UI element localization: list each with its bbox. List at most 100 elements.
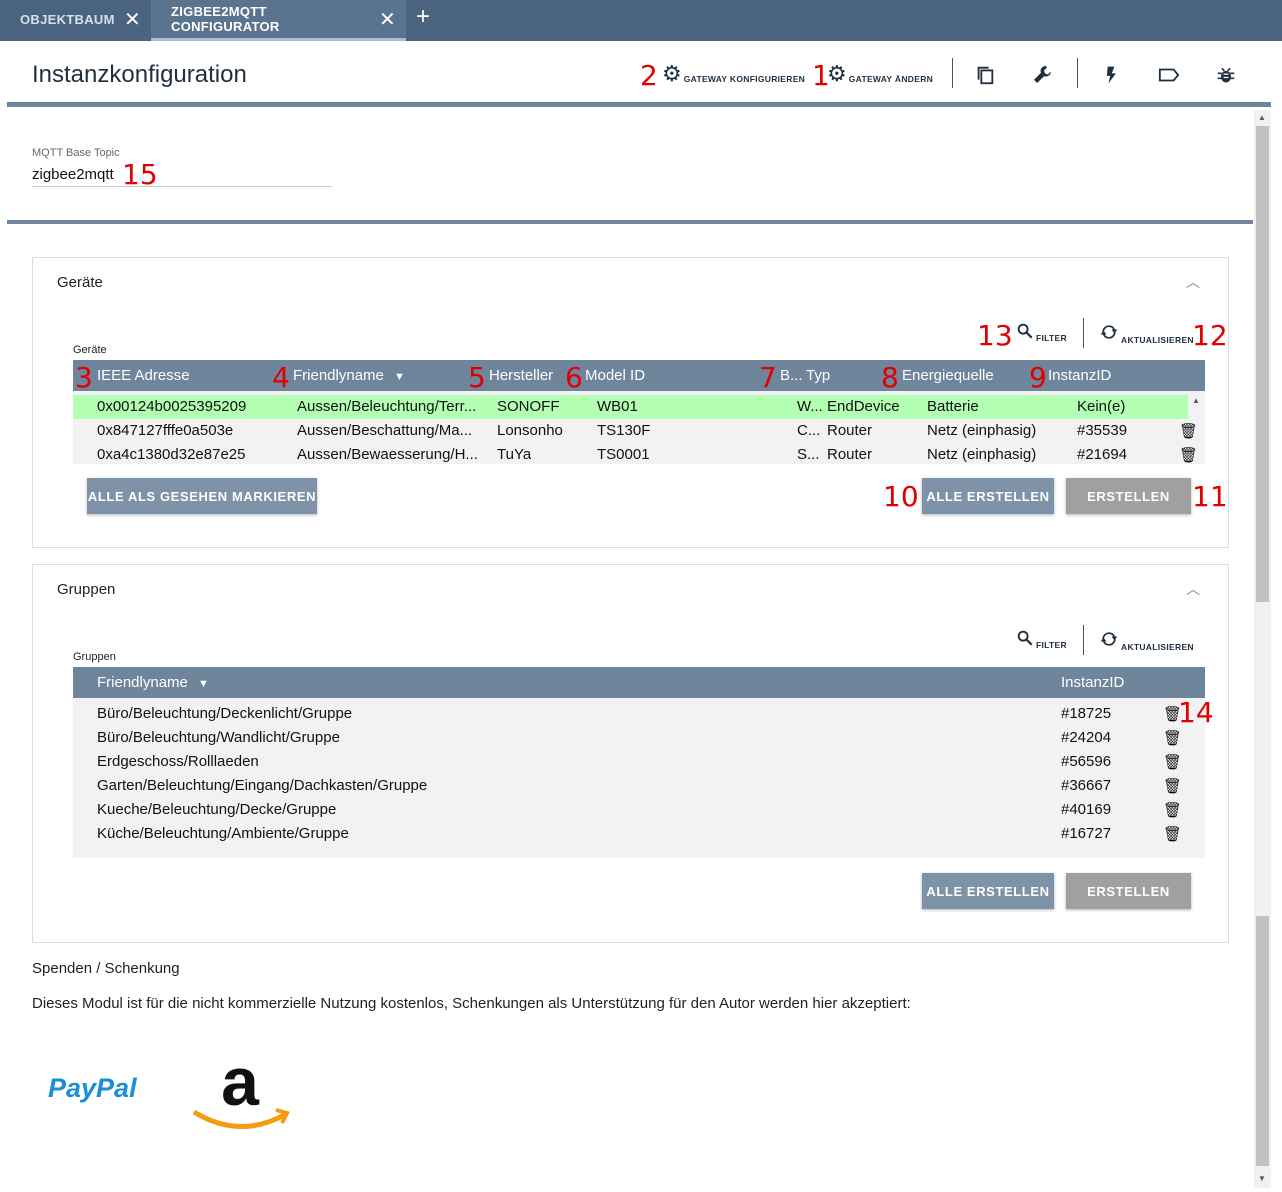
column-header-vendor[interactable]: Hersteller [489, 367, 553, 384]
devices-refresh-button[interactable]: AKTUALISIEREN [1099, 322, 1194, 346]
input-underline [32, 186, 332, 187]
trash-icon[interactable]: 🗑 [1163, 777, 1182, 795]
annotation-14: 14 [1178, 696, 1214, 729]
table-row[interactable]: Garten/Beleuchtung/Eingang/Dachkasten/Gr… [73, 774, 1188, 798]
annotation-8: 8 [881, 361, 899, 394]
table-scroll-up-icon[interactable]: ▲ [1192, 396, 1200, 405]
column-header-instance[interactable]: InstanzID [1061, 674, 1124, 691]
scrollbar[interactable]: ▲ ▼ [1254, 110, 1271, 1188]
column-header-friendlyname[interactable]: Friendlyname ▼ [293, 367, 405, 384]
annotation-4: 4 [272, 361, 290, 394]
devices-filter-button[interactable]: FILTER [1016, 322, 1067, 344]
svg-text:a: a [221, 1050, 260, 1120]
column-header-power[interactable]: Energiequelle [902, 367, 994, 384]
divider [1083, 318, 1084, 348]
annotation-10: 10 [883, 480, 919, 513]
refresh-icon [1099, 322, 1119, 346]
annotation-3: 3 [75, 361, 93, 394]
tab-objektbaum[interactable]: OBJEKTBAUM ✕ [0, 0, 151, 38]
trash-icon[interactable]: 🗑 [1179, 446, 1198, 464]
donate-title: Spenden / Schenkung [32, 960, 180, 977]
create-all-devices-button[interactable]: ALLE ERSTELLEN [922, 478, 1054, 514]
divider [1083, 625, 1084, 655]
groups-table-header: Friendlyname ▼ InstanzID [73, 667, 1205, 698]
trash-icon[interactable]: 🗑 [1163, 801, 1182, 819]
gateway-configure-button[interactable]: ⚙ GATEWAY KONFIGURIEREN [662, 63, 805, 85]
table-row[interactable]: Büro/Beleuchtung/Deckenlicht/Gruppe #187… [73, 702, 1188, 726]
annotation-9: 9 [1029, 361, 1047, 394]
tab-zigbee2mqtt-configurator[interactable]: ZIGBEE2MQTT CONFIGURATOR ✕ [151, 0, 406, 41]
column-header-b[interactable]: B... [780, 367, 803, 384]
wrench-icon[interactable] [1029, 61, 1057, 89]
amazon-logo[interactable]: a [190, 1044, 290, 1140]
table-row[interactable]: Kueche/Beleuchtung/Decke/Gruppe #40169 🗑 [73, 798, 1188, 822]
table-row[interactable]: Erdgeschoss/Rolllaeden #56596 🗑 [73, 750, 1188, 774]
tab-bar: OBJEKTBAUM ✕ ZIGBEE2MQTT CONFIGURATOR ✕ … [0, 0, 1282, 41]
trash-icon[interactable]: 🗑 [1179, 422, 1198, 440]
annotation-11: 11 [1192, 480, 1228, 513]
paypal-logo[interactable]: PayPal [48, 1073, 137, 1104]
table-row[interactable]: 0x847127fffe0a503e Aussen/Beschattung/Ma… [73, 419, 1198, 443]
page-title: Instanzkonfiguration [32, 61, 247, 88]
table-row[interactable]: 0x00124b0025395209 Aussen/Beleuchtung/Te… [73, 395, 1188, 419]
table-row[interactable]: 0xa4c1380d32e87e25 Aussen/Bewaesserung/H… [73, 443, 1198, 464]
add-tab-icon[interactable]: + [416, 3, 430, 31]
gateway-change-button[interactable]: ⚙ GATEWAY ÄNDERN [827, 63, 933, 85]
column-header-type[interactable]: Typ [806, 367, 830, 384]
bug-icon[interactable] [1212, 61, 1240, 89]
sort-down-icon: ▼ [394, 371, 405, 383]
tab-label: OBJEKTBAUM [20, 11, 115, 27]
scroll-thumb[interactable] [1256, 916, 1269, 1166]
donate-text: Dieses Modul ist für die nicht kommerzie… [32, 995, 911, 1012]
close-icon[interactable]: ✕ [379, 7, 396, 32]
groups-filter-button[interactable]: FILTER [1016, 629, 1067, 651]
devices-table-caption: Geräte [73, 344, 107, 356]
divider [1077, 58, 1078, 88]
devices-panel: Geräte ︿ FILTER AKTUALISIEREN Geräte IEE… [32, 257, 1229, 548]
annotation-5: 5 [468, 361, 486, 394]
divider [952, 58, 953, 88]
copy-icon[interactable] [971, 61, 999, 89]
chevron-up-icon[interactable]: ︿ [1186, 272, 1200, 292]
refresh-icon [1099, 629, 1119, 653]
trash-icon[interactable]: 🗑 [1163, 753, 1182, 771]
create-group-button[interactable]: ERSTELLEN [1066, 873, 1191, 909]
annotation-1: 1 [812, 59, 830, 92]
mqtt-base-topic-input[interactable]: zigbee2mqtt [32, 166, 114, 183]
groups-table-caption: Gruppen [73, 651, 116, 663]
gear-icon: ⚙ [662, 61, 682, 86]
annotation-12: 12 [1192, 319, 1228, 352]
table-row[interactable]: Küche/Beleuchtung/Ambiente/Gruppe #16727… [73, 822, 1188, 843]
page-header: Instanzkonfiguration ⚙ GATEWAY KONFIGURI… [7, 41, 1271, 107]
tab-label: ZIGBEE2MQTT CONFIGURATOR [171, 4, 280, 34]
column-header-instance[interactable]: InstanzID [1048, 367, 1111, 384]
scroll-down-icon[interactable]: ▼ [1258, 1174, 1266, 1183]
scroll-thumb[interactable] [1256, 126, 1269, 602]
groups-panel: Gruppen ︿ FILTER AKTUALISIEREN Gruppen F… [32, 564, 1229, 943]
create-device-button[interactable]: ERSTELLEN [1066, 478, 1191, 514]
annotation-6: 6 [565, 361, 583, 394]
groups-refresh-button[interactable]: AKTUALISIEREN [1099, 629, 1194, 653]
column-header-ieee[interactable]: IEEE Adresse [97, 367, 190, 384]
create-all-groups-button[interactable]: ALLE ERSTELLEN [922, 873, 1054, 909]
annotation-2: 2 [640, 59, 658, 92]
chevron-up-icon[interactable]: ︿ [1186, 579, 1200, 599]
gear-icon: ⚙ [827, 61, 847, 86]
label-icon[interactable] [1155, 61, 1183, 89]
mqtt-base-topic-label: MQTT Base Topic [32, 147, 120, 159]
flash-icon[interactable] [1097, 61, 1125, 89]
sort-down-icon: ▼ [198, 678, 209, 690]
search-icon [1016, 322, 1034, 344]
column-header-model[interactable]: Model ID [585, 367, 645, 384]
mark-all-seen-button[interactable]: ALLE ALS GESEHEN MARKIEREN [87, 478, 317, 514]
trash-icon[interactable]: 🗑 [1163, 825, 1182, 843]
scroll-up-icon[interactable]: ▲ [1258, 113, 1266, 122]
close-icon[interactable]: ✕ [124, 7, 141, 32]
devices-panel-title: Geräte [57, 274, 103, 291]
table-row[interactable]: Büro/Beleuchtung/Wandlicht/Gruppe #24204… [73, 726, 1188, 750]
annotation-15: 15 [122, 158, 158, 191]
groups-table: Friendlyname ▼ InstanzID Büro/Beleuchtun… [73, 667, 1205, 858]
trash-icon[interactable]: 🗑 [1163, 729, 1182, 747]
search-icon [1016, 629, 1034, 651]
column-header-friendlyname[interactable]: Friendlyname ▼ [97, 674, 209, 691]
